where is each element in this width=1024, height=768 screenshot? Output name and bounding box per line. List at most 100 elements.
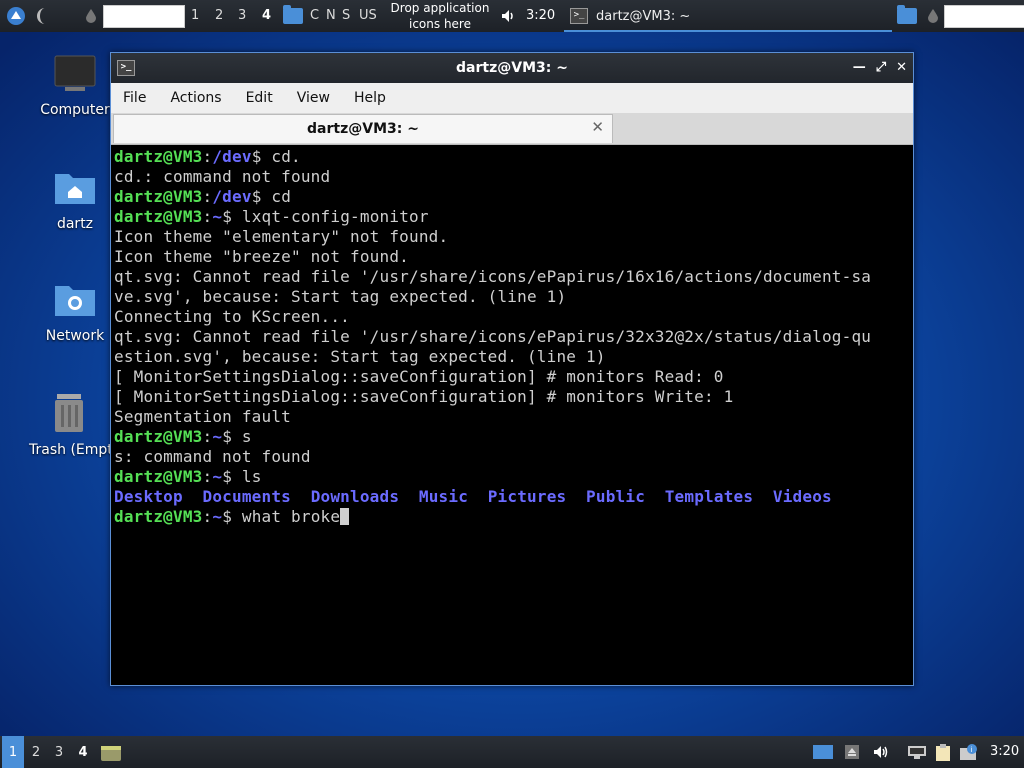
quicklaunch-input-right[interactable] bbox=[944, 5, 1024, 28]
terminal-line: [ MonitorSettingsDialog::saveConfigurati… bbox=[114, 367, 724, 386]
prompt-user: dartz@VM3 bbox=[114, 207, 203, 226]
terminal-line: dartz@VM3:~$ lxqt-config-monitor bbox=[114, 207, 913, 227]
desktop-3-button[interactable]: 3 bbox=[238, 8, 246, 23]
prompt-dollar: $ bbox=[251, 187, 262, 206]
command-text: lxqt-config-monitor bbox=[232, 207, 429, 226]
desktop-icon-home[interactable]: dartz bbox=[27, 168, 123, 232]
prompt-path: ~ bbox=[212, 427, 223, 446]
directory-entry: Music bbox=[418, 487, 469, 506]
menu-file[interactable]: File bbox=[111, 90, 158, 106]
command-text: ls bbox=[232, 467, 262, 486]
svg-text:i: i bbox=[971, 746, 973, 754]
prompt-dollar: $ bbox=[222, 427, 233, 446]
clipboard-icon[interactable] bbox=[934, 744, 952, 761]
terminal-icon: >_ bbox=[570, 8, 588, 24]
drop-icon-right bbox=[926, 0, 940, 32]
directory-entry: Templates bbox=[664, 487, 754, 506]
prompt-colon: : bbox=[202, 187, 213, 206]
terminal-output[interactable]: dartz@VM3:/dev$ cd. cd.: command not foun… bbox=[114, 147, 913, 685]
bottom-desktop-1-button[interactable]: 1 bbox=[2, 736, 24, 768]
desktop-icon-network[interactable]: Network bbox=[27, 280, 123, 344]
bottom-desktop-2-button[interactable]: 2 bbox=[25, 736, 47, 768]
directory-entry: Documents bbox=[202, 487, 292, 506]
prompt-colon: : bbox=[202, 207, 213, 226]
directory-entry: Public bbox=[586, 487, 646, 506]
maximize-icon[interactable]: ⤢ bbox=[876, 60, 886, 75]
volume-icon[interactable] bbox=[498, 0, 518, 32]
terminal-line: dartz@VM3:/dev$ cd bbox=[114, 187, 913, 207]
window-titlebar[interactable]: >_ dartz@VM3: ~ — ⤢ ✕ bbox=[111, 53, 913, 83]
command-text: cd bbox=[261, 187, 292, 206]
terminal-line: dartz@VM3:/dev$ cd. bbox=[114, 147, 913, 167]
menubar: File Actions Edit View Help bbox=[111, 83, 913, 113]
prompt-colon: : bbox=[202, 427, 213, 446]
prompt-user: dartz@VM3 bbox=[114, 467, 203, 486]
home-folder-icon bbox=[55, 174, 95, 204]
start-menu-icon[interactable] bbox=[4, 0, 28, 32]
terminal-line: ve.svg', because: Start tag expected. (l… bbox=[114, 287, 567, 306]
desktop-icon-computer[interactable]: Computer bbox=[27, 54, 123, 118]
folder-icon[interactable] bbox=[282, 0, 304, 32]
terminal-line: dartz@VM3:~$ ls bbox=[114, 467, 913, 487]
drop-text-line2: icons here bbox=[409, 17, 471, 31]
desktop-icon-label: dartz bbox=[56, 216, 94, 232]
file-manager-icon[interactable] bbox=[100, 744, 122, 761]
directory-entry: Videos bbox=[772, 487, 832, 506]
window-icon[interactable] bbox=[812, 744, 834, 760]
prompt-dollar: $ bbox=[222, 207, 233, 226]
bottom-clock[interactable]: 3:20 bbox=[990, 744, 1019, 759]
keyboard-layout[interactable]: US bbox=[359, 8, 377, 23]
scroll-lock-indicator: S bbox=[342, 8, 351, 23]
network-wired-icon[interactable] bbox=[906, 744, 928, 760]
desktop-4-button[interactable]: 4 bbox=[262, 8, 271, 23]
minimize-icon[interactable]: — bbox=[853, 60, 866, 75]
volume-icon[interactable] bbox=[872, 744, 890, 760]
command-text: cd. bbox=[261, 147, 301, 166]
top-panel: 1 2 3 4 C N S US Drop application icons … bbox=[0, 0, 1024, 32]
menu-help[interactable]: Help bbox=[342, 90, 398, 106]
tab-close-icon[interactable]: ✕ bbox=[591, 118, 604, 136]
prompt-user: dartz@VM3 bbox=[114, 147, 203, 166]
terminal-line: Segmentation fault bbox=[114, 407, 291, 426]
bottom-desktop-3-button[interactable]: 3 bbox=[48, 736, 70, 768]
num-lock-indicator: N bbox=[326, 8, 336, 23]
top-clock[interactable]: 3:20 bbox=[526, 8, 555, 23]
prompt-user: dartz@VM3 bbox=[114, 187, 203, 206]
task-title: dartz@VM3: ~ bbox=[596, 8, 691, 24]
text-cursor bbox=[340, 508, 350, 525]
folder-icon-right[interactable] bbox=[896, 0, 918, 32]
prompt-user: dartz@VM3 bbox=[114, 507, 203, 526]
terminal-line: estion.svg', because: Start tag expected… bbox=[114, 347, 606, 366]
drop-icon bbox=[84, 0, 98, 32]
prompt-dollar: $ bbox=[222, 507, 233, 526]
command-text: what broke bbox=[232, 507, 341, 526]
trash-icon bbox=[55, 394, 83, 432]
show-desktop-icon[interactable] bbox=[34, 0, 56, 32]
terminal-line: cd.: command not found bbox=[114, 167, 331, 186]
tab-terminal[interactable]: dartz@VM3: ~ ✕ bbox=[113, 114, 613, 143]
menu-view[interactable]: View bbox=[285, 90, 342, 106]
prompt-colon: : bbox=[202, 467, 213, 486]
bottom-desktop-4-button[interactable]: 4 bbox=[72, 736, 94, 768]
desktop-2-button[interactable]: 2 bbox=[215, 8, 223, 23]
close-icon[interactable]: ✕ bbox=[896, 60, 907, 75]
drop-text-line1: Drop application bbox=[390, 1, 490, 15]
quicklaunch-input[interactable] bbox=[103, 5, 185, 28]
command-text: s bbox=[232, 427, 252, 446]
window-title: dartz@VM3: ~ bbox=[456, 60, 568, 76]
network-folder-icon bbox=[55, 286, 95, 316]
terminal-line: Connecting to KScreen... bbox=[114, 307, 350, 326]
prompt-path: /dev bbox=[212, 147, 252, 166]
computer-icon bbox=[54, 55, 96, 91]
taskbar-terminal-button[interactable]: >_ dartz@VM3: ~ bbox=[564, 2, 892, 32]
bottom-panel: 1 2 3 4 i 3:20 bbox=[0, 736, 1024, 768]
desktop-icon-label: Computer bbox=[40, 102, 110, 118]
menu-actions[interactable]: Actions bbox=[158, 90, 233, 106]
eject-icon[interactable] bbox=[844, 744, 862, 760]
desktop-icon-trash[interactable]: Trash (Empty) bbox=[27, 392, 111, 458]
menu-edit[interactable]: Edit bbox=[234, 90, 285, 106]
info-icon[interactable]: i bbox=[958, 744, 977, 760]
desktop-icon-label: Trash (Empty) bbox=[29, 442, 111, 458]
desktop-1-button[interactable]: 1 bbox=[191, 8, 199, 23]
terminal-line: Icon theme "breeze" not found. bbox=[114, 247, 409, 266]
